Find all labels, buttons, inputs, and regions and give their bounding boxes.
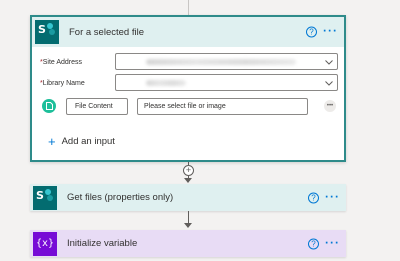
variable-icon: {x} bbox=[33, 231, 57, 256]
plus-icon: + bbox=[48, 134, 56, 149]
action-card-initialize-variable[interactable]: {x} Initialize variable ? ··· bbox=[30, 230, 346, 257]
more-options-icon[interactable]: ··· bbox=[325, 189, 340, 203]
trigger-card-for-selected-file[interactable]: S For a selected file ? ··· *Site Addres… bbox=[30, 15, 346, 162]
action-card-get-files[interactable]: S Get files (properties only) ? ··· bbox=[30, 184, 346, 211]
help-icon[interactable]: ? bbox=[308, 192, 319, 203]
arrow-down-icon bbox=[184, 178, 192, 183]
insert-step-button[interactable]: + bbox=[183, 165, 194, 176]
trigger-title: For a selected file bbox=[69, 26, 144, 38]
chevron-down-icon[interactable] bbox=[324, 57, 334, 67]
add-an-input-label: Add an input bbox=[61, 136, 115, 147]
add-an-input-button[interactable]: + Add an input bbox=[48, 135, 115, 148]
more-options-icon[interactable]: ••• bbox=[324, 100, 336, 112]
file-content-name-field[interactable]: File Content bbox=[66, 98, 128, 115]
trigger-card-header[interactable]: S For a selected file ? ··· bbox=[32, 17, 344, 47]
library-name-row: *Library Name bbox=[32, 74, 344, 92]
file-icon bbox=[42, 99, 56, 113]
get-files-header[interactable]: S Get files (properties only) ? ··· bbox=[30, 184, 346, 211]
site-address-label: *Site Address bbox=[40, 58, 83, 66]
site-address-dropdown[interactable] bbox=[115, 53, 338, 70]
library-name-label: *Library Name bbox=[40, 79, 85, 87]
chevron-down-icon[interactable] bbox=[324, 78, 334, 88]
help-icon[interactable]: ? bbox=[306, 26, 317, 38]
library-name-dropdown[interactable] bbox=[115, 74, 338, 91]
library-name-value-redacted bbox=[146, 79, 186, 86]
help-icon[interactable]: ? bbox=[308, 238, 319, 249]
initialize-variable-header[interactable]: {x} Initialize variable ? ··· bbox=[30, 230, 346, 257]
sharepoint-icon: S bbox=[35, 20, 59, 44]
file-content-value-field[interactable]: Please select file or image bbox=[137, 98, 308, 115]
more-options-icon[interactable]: ··· bbox=[325, 235, 340, 249]
sharepoint-icon: S bbox=[33, 185, 57, 210]
site-address-value-redacted bbox=[146, 58, 296, 65]
more-options-icon[interactable]: ··· bbox=[323, 24, 338, 38]
initialize-variable-title: Initialize variable bbox=[67, 238, 138, 249]
arrow-down-icon bbox=[184, 223, 192, 228]
get-files-title: Get files (properties only) bbox=[67, 192, 174, 203]
file-content-input-row: File Content Please select file or image… bbox=[42, 97, 338, 117]
site-address-row: *Site Address bbox=[32, 53, 344, 71]
connector-top bbox=[188, 0, 189, 15]
